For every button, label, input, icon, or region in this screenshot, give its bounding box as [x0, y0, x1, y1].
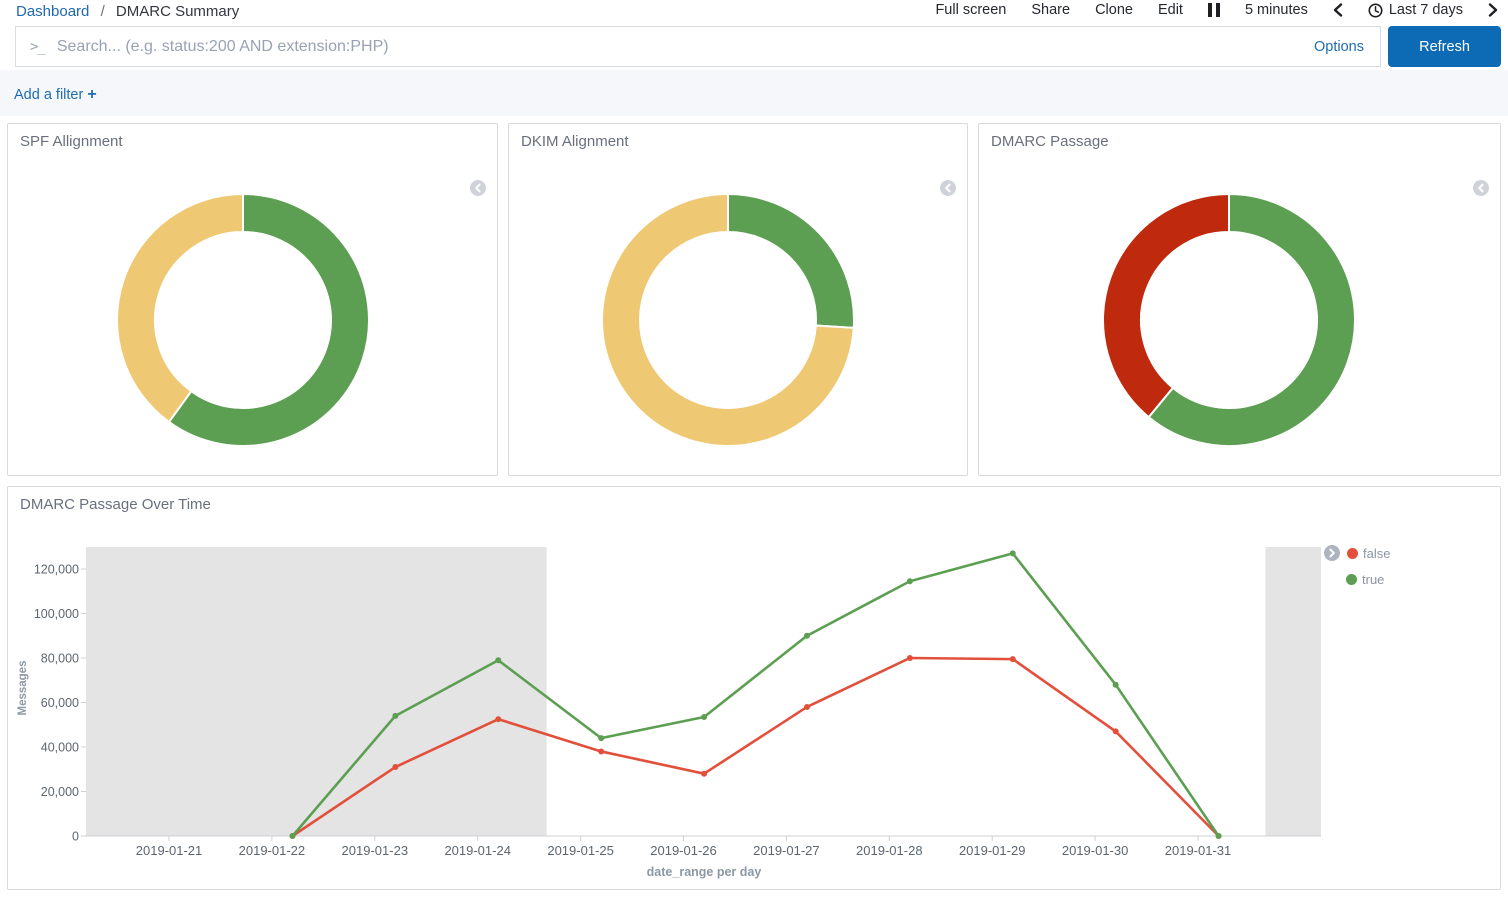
chevron-left-icon: [1333, 3, 1343, 17]
refresh-interval-button[interactable]: 5 minutes: [1245, 2, 1308, 18]
dmarc-donut-chart[interactable]: [1089, 180, 1369, 460]
kibana-dashboard-app: Dashboard / DMARC Summary Full screen Sh…: [0, 0, 1508, 898]
search-bar: >_ Options: [15, 26, 1381, 67]
time-forward-button[interactable]: [1488, 3, 1498, 17]
panel-title: DMARC Passage: [991, 133, 1109, 150]
query-prompt-icon: >_: [30, 39, 45, 55]
share-button[interactable]: Share: [1031, 2, 1070, 18]
refresh-button[interactable]: Refresh: [1388, 26, 1501, 67]
svg-text:2019-01-28: 2019-01-28: [856, 843, 923, 858]
top-navigation: Dashboard / DMARC Summary Full screen Sh…: [0, 0, 1508, 25]
full-screen-button[interactable]: Full screen: [935, 2, 1006, 18]
svg-text:100,000: 100,000: [34, 607, 79, 621]
svg-text:2019-01-23: 2019-01-23: [342, 843, 409, 858]
svg-text:2019-01-31: 2019-01-31: [1165, 843, 1232, 858]
add-filter-link[interactable]: Add a filter+: [14, 86, 97, 104]
svg-text:2019-01-25: 2019-01-25: [547, 843, 614, 858]
clone-button[interactable]: Clone: [1095, 2, 1133, 18]
top-menu: Full screen Share Clone Edit 5 minutes L…: [935, 2, 1498, 18]
svg-text:2019-01-29: 2019-01-29: [959, 843, 1026, 858]
legend-collapse-icon[interactable]: [470, 180, 486, 196]
panel-dmarc-passage-over-time: 2019-01-21 2019-01-22 2019-01-23 2019-01-24…: [7, 486, 1501, 890]
filter-bar: Add a filter+: [0, 70, 1508, 116]
svg-text:2019-01-26: 2019-01-26: [650, 843, 717, 858]
legend-true-dot: [1346, 574, 1357, 585]
legend-false-label[interactable]: false: [1363, 546, 1390, 561]
panel-title: DMARC Passage Over Time: [20, 496, 211, 513]
breadcrumb-current: DMARC Summary: [116, 3, 239, 20]
svg-text:2019-01-27: 2019-01-27: [753, 843, 820, 858]
breadcrumb: Dashboard / DMARC Summary: [16, 3, 239, 20]
dkim-donut-chart[interactable]: [588, 180, 868, 460]
svg-text:60,000: 60,000: [41, 696, 79, 710]
y-axis-title: Messages: [17, 628, 29, 748]
panel-dkim-alignment: DKIM Alignment: [508, 123, 968, 476]
legend-false-dot: [1347, 548, 1358, 559]
time-picker-button[interactable]: Last 7 days: [1368, 2, 1463, 18]
panel-title: DKIM Alignment: [521, 133, 629, 150]
svg-text:80,000: 80,000: [41, 652, 79, 666]
options-link[interactable]: Options: [1314, 39, 1364, 55]
edit-button[interactable]: Edit: [1158, 2, 1183, 18]
svg-text:0: 0: [72, 830, 79, 844]
svg-text:2019-01-22: 2019-01-22: [239, 843, 306, 858]
legend-true-label[interactable]: true: [1362, 572, 1384, 587]
panel-dmarc-passage: DMARC Passage: [978, 123, 1501, 476]
svg-text:120,000: 120,000: [34, 563, 79, 577]
breadcrumb-dashboard-link[interactable]: Dashboard: [16, 3, 89, 20]
breadcrumb-separator: /: [101, 3, 105, 20]
panel-title: SPF Allignment: [20, 133, 123, 150]
timeline-line-chart[interactable]: 2019-01-21 2019-01-22 2019-01-23 2019-01-24…: [8, 487, 1502, 891]
legend-row-true: true: [1346, 570, 1390, 588]
plus-icon: +: [87, 86, 96, 103]
legend-row-false: false: [1324, 544, 1390, 562]
chevron-right-icon: [1488, 3, 1498, 17]
time-back-button[interactable]: [1333, 3, 1343, 17]
svg-text:40,000: 40,000: [41, 741, 79, 755]
legend-expand-icon[interactable]: [1324, 545, 1340, 561]
time-range-label: Last 7 days: [1389, 2, 1463, 18]
x-axis-title: date_range per day: [604, 865, 804, 879]
svg-text:2019-01-30: 2019-01-30: [1062, 843, 1129, 858]
svg-text:2019-01-24: 2019-01-24: [444, 843, 511, 858]
pause-refresh-icon[interactable]: [1208, 3, 1220, 17]
search-input[interactable]: [57, 38, 1314, 56]
spf-donut-chart[interactable]: [103, 180, 383, 460]
legend-collapse-icon[interactable]: [940, 180, 956, 196]
panel-spf-alignment: SPF Allignment: [7, 123, 498, 476]
svg-text:20,000: 20,000: [41, 785, 79, 799]
clock-icon: [1368, 3, 1383, 18]
svg-text:2019-01-21: 2019-01-21: [136, 843, 203, 858]
chart-legend: false true: [1324, 544, 1390, 596]
legend-collapse-icon[interactable]: [1473, 180, 1489, 196]
